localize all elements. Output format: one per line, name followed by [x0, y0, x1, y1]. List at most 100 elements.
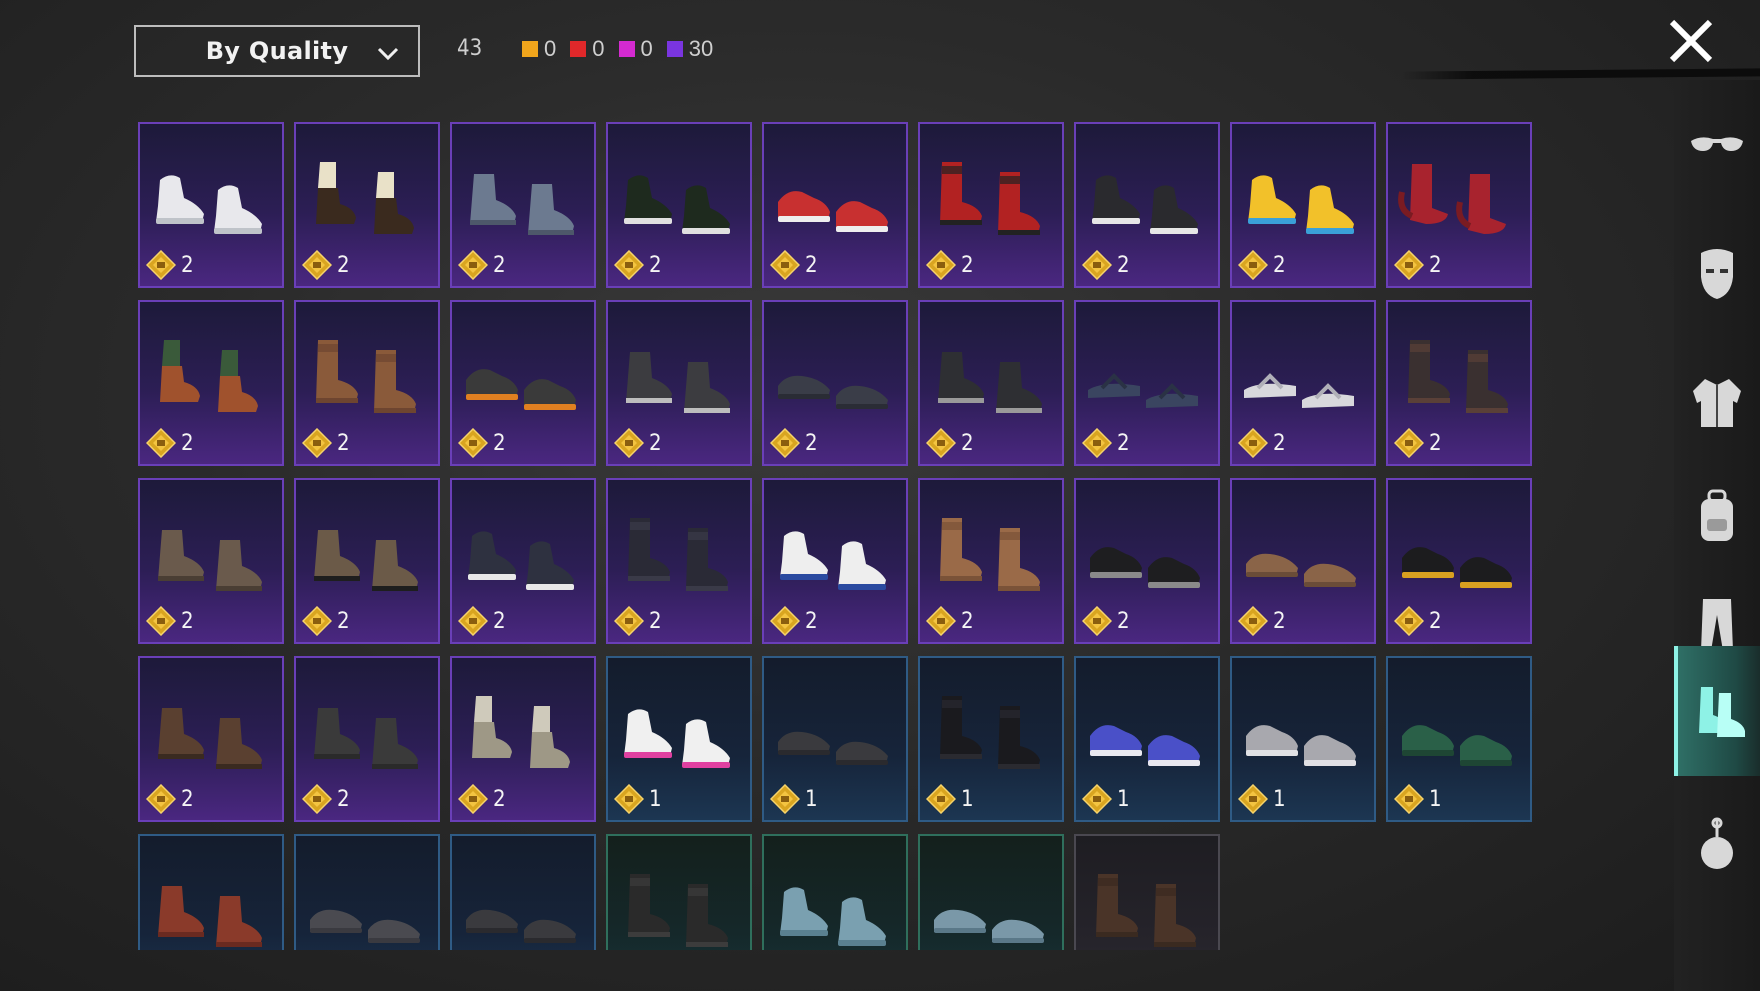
- item-card[interactable]: 2: [450, 478, 596, 644]
- item-card[interactable]: 2: [1386, 300, 1532, 466]
- category-tab-glasses[interactable]: [1674, 80, 1760, 210]
- item-price: 2: [926, 250, 974, 280]
- item-card[interactable]: 2: [294, 300, 440, 466]
- item-card[interactable]: 2: [138, 122, 284, 288]
- coin-icon: [1238, 606, 1268, 636]
- accessory-icon: [1701, 817, 1733, 869]
- item-price-value: 2: [1273, 252, 1286, 278]
- item-card[interactable]: 2: [294, 656, 440, 822]
- item-price: 2: [1082, 250, 1130, 280]
- item-card[interactable]: 2: [1230, 122, 1376, 288]
- item-card[interactable]: [606, 834, 752, 950]
- inventory-grid-area[interactable]: 2 2 2 2 2 2 2 2 2 2 2 2 2 2 2 2 2 2 2 2 …: [138, 122, 1538, 950]
- shoe-item-icon: [472, 696, 570, 768]
- item-card[interactable]: [1074, 834, 1220, 950]
- item-card[interactable]: 2: [918, 122, 1064, 288]
- category-tab-accessory[interactable]: [1674, 780, 1760, 910]
- item-card[interactable]: 1: [918, 656, 1064, 822]
- item-price-value: 2: [1273, 430, 1286, 456]
- item-card[interactable]: [918, 834, 1064, 950]
- item-card[interactable]: 2: [450, 300, 596, 466]
- item-card[interactable]: 2: [138, 478, 284, 644]
- item-card[interactable]: 2: [294, 122, 440, 288]
- coin-icon: [1082, 784, 1112, 814]
- coin-icon: [146, 784, 176, 814]
- item-price-value: 2: [337, 786, 350, 812]
- item-price-value: 2: [1429, 430, 1442, 456]
- item-card[interactable]: 2: [294, 478, 440, 644]
- coin-icon: [770, 250, 800, 280]
- shoe-item-icon: [780, 887, 886, 946]
- item-card[interactable]: 2: [1074, 478, 1220, 644]
- coin-icon: [146, 606, 176, 636]
- item-price-value: 2: [181, 786, 194, 812]
- item-price-value: 2: [1117, 430, 1130, 456]
- item-card[interactable]: 1: [762, 656, 908, 822]
- item-price-value: 2: [649, 430, 662, 456]
- item-price-value: 2: [337, 608, 350, 634]
- quality-count: 0: [592, 36, 605, 61]
- category-tab-mask[interactable]: [1674, 210, 1760, 340]
- item-card[interactable]: 2: [1230, 478, 1376, 644]
- item-card[interactable]: 2: [1230, 300, 1376, 466]
- coin-icon: [1394, 428, 1424, 458]
- shoe-item-icon: [1408, 340, 1508, 413]
- item-card[interactable]: [762, 834, 908, 950]
- category-tab-shoes[interactable]: [1674, 646, 1760, 776]
- shoe-item-icon: [468, 531, 574, 590]
- shoe-item-icon: [1090, 547, 1200, 588]
- coin-icon: [1238, 428, 1268, 458]
- quality-stats: 0 0 0 30: [522, 36, 713, 62]
- item-card[interactable]: 2: [606, 300, 752, 466]
- item-card[interactable]: 2: [138, 656, 284, 822]
- coin-icon: [926, 606, 956, 636]
- item-card[interactable]: 2: [1386, 478, 1532, 644]
- item-price-value: 1: [1273, 786, 1286, 812]
- item-card[interactable]: 2: [1074, 122, 1220, 288]
- item-card[interactable]: 2: [918, 478, 1064, 644]
- item-card[interactable]: 1: [606, 656, 752, 822]
- item-card[interactable]: 2: [1074, 300, 1220, 466]
- shoe-item-icon: [940, 162, 1040, 235]
- item-card[interactable]: [138, 834, 284, 950]
- sort-dropdown[interactable]: By Quality: [134, 25, 420, 77]
- coin-icon: [926, 428, 956, 458]
- coin-icon: [1394, 784, 1424, 814]
- item-card[interactable]: 1: [1074, 656, 1220, 822]
- item-price: 1: [770, 784, 818, 814]
- item-price-value: 2: [181, 430, 194, 456]
- shoe-item-icon: [1402, 547, 1512, 588]
- item-price: 2: [770, 428, 818, 458]
- item-card[interactable]: 2: [762, 478, 908, 644]
- item-card[interactable]: 2: [762, 300, 908, 466]
- quality-count: 0: [544, 36, 557, 61]
- item-card[interactable]: 2: [918, 300, 1064, 466]
- item-price-value: 2: [1429, 608, 1442, 634]
- item-card[interactable]: 2: [606, 478, 752, 644]
- header-divider: [1400, 68, 1760, 80]
- item-card[interactable]: 2: [606, 122, 752, 288]
- item-card[interactable]: 1: [1230, 656, 1376, 822]
- shoe-item-icon: [934, 909, 1044, 943]
- item-card[interactable]: 2: [762, 122, 908, 288]
- item-card[interactable]: 1: [1386, 656, 1532, 822]
- shoe-item-icon: [310, 909, 420, 943]
- item-card[interactable]: 2: [450, 656, 596, 822]
- item-card[interactable]: [294, 834, 440, 950]
- shoe-item-icon: [940, 518, 1040, 591]
- item-price: 2: [302, 606, 350, 636]
- item-price: 2: [770, 250, 818, 280]
- category-tab-jacket[interactable]: [1674, 338, 1760, 468]
- shoe-item-icon: [466, 909, 576, 943]
- shoe-item-icon: [158, 530, 262, 591]
- item-price-value: 2: [961, 608, 974, 634]
- shoe-item-icon: [470, 174, 574, 235]
- quality-stat-purple: 30: [666, 36, 713, 62]
- item-card[interactable]: [450, 834, 596, 950]
- shoe-item-icon: [158, 708, 262, 769]
- item-card[interactable]: 2: [138, 300, 284, 466]
- close-icon[interactable]: [1666, 16, 1716, 66]
- item-card[interactable]: 2: [450, 122, 596, 288]
- item-card[interactable]: 2: [1386, 122, 1532, 288]
- shoe-item-icon: [624, 709, 730, 768]
